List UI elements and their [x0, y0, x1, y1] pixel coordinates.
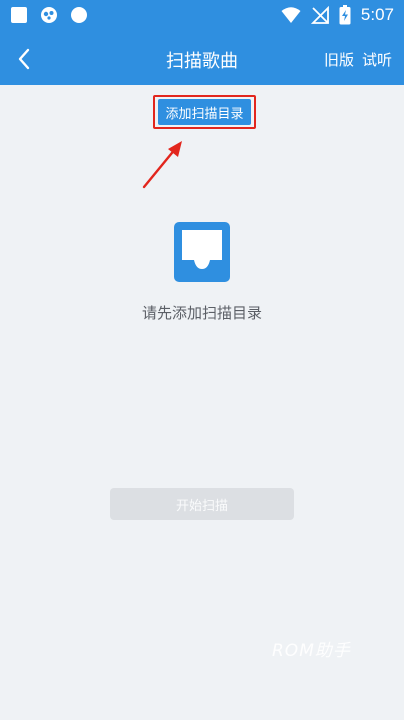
add-dir-highlight: 添加扫描目录	[153, 95, 256, 129]
notification-icon	[41, 7, 57, 23]
status-left-icons	[10, 6, 88, 24]
header-actions: 旧版 试听	[324, 49, 392, 70]
no-signal-icon	[310, 6, 329, 24]
app-header: 扫描歌曲 旧版 试听	[0, 33, 404, 85]
wifi-icon	[281, 7, 301, 23]
inbox-icon	[174, 222, 230, 282]
status-right-icons: 5:07	[281, 5, 394, 25]
back-button[interactable]	[10, 45, 38, 73]
chevron-left-icon	[18, 48, 30, 70]
battery-charging-icon	[339, 5, 351, 25]
status-bar: 5:07	[0, 0, 404, 33]
add-scan-dir-button[interactable]: 添加扫描目录	[158, 99, 251, 125]
old-version-link[interactable]: 旧版	[324, 49, 354, 70]
status-time: 5:07	[360, 5, 394, 24]
empty-state-text: 请先添加扫描目录	[141, 304, 262, 322]
square-icon	[11, 7, 27, 23]
start-scan-button[interactable]: 开始扫描	[110, 488, 294, 520]
preview-link[interactable]: 试听	[362, 49, 392, 70]
circle-icon	[71, 7, 87, 23]
annotation-arrow	[142, 141, 182, 189]
watermark: ROM助手	[272, 641, 351, 661]
